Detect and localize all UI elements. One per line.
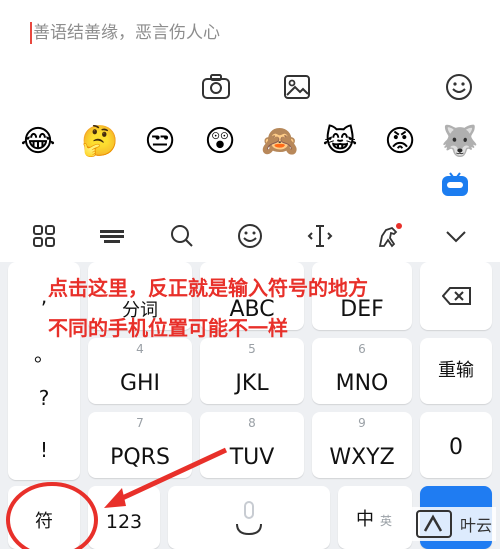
lang-en-label: 英 — [380, 514, 393, 528]
smile-icon[interactable] — [234, 220, 266, 252]
emoji-item[interactable]: 😡 — [380, 122, 420, 162]
chevron-down-icon[interactable] — [440, 220, 472, 252]
annotation-arrow — [6, 447, 228, 549]
emoji-icon[interactable] — [443, 70, 475, 104]
symbol-period[interactable]: 。 — [8, 338, 80, 367]
emoji-row: 😂 🤔 😒 😲 🙈 😹 😡 🐺 — [0, 122, 500, 164]
image-icon[interactable] — [281, 70, 313, 104]
emoji-item[interactable]: 😲 — [200, 122, 240, 162]
reenter-key[interactable]: 重输 — [420, 338, 492, 404]
emoji-item[interactable]: 🐺 — [440, 122, 480, 162]
key-wxyz[interactable]: 9 WXYZ — [312, 412, 412, 478]
horse-icon[interactable] — [372, 220, 404, 252]
backspace-icon — [442, 287, 471, 305]
search-icon[interactable] — [166, 220, 198, 252]
grid-icon[interactable] — [28, 220, 60, 252]
key-jkl[interactable]: 5 JKL — [200, 338, 304, 404]
annotation-line-1: 点击这里，反正就是输入符号的地方 — [48, 276, 368, 300]
symbol-question[interactable]: ? — [8, 386, 80, 410]
key-ghi[interactable]: 4 GHI — [88, 338, 192, 404]
emoji-item[interactable]: 😂 — [18, 122, 58, 162]
watermark: 叶云 — [410, 507, 496, 541]
keyboard-icon[interactable] — [96, 220, 128, 252]
key-mno[interactable]: 6 MNO — [312, 338, 412, 404]
key-zero[interactable]: 0 — [420, 412, 492, 478]
emoji-item[interactable]: 🤔 — [80, 122, 120, 162]
camera-icon[interactable] — [200, 70, 232, 104]
emoji-item[interactable]: 😹 — [320, 122, 360, 162]
comment-input[interactable]: 善语结善缘，恶言伤人心 — [0, 0, 500, 62]
tv-sticker-icon[interactable] — [440, 170, 470, 200]
lang-switch-key[interactable]: 中 英 — [338, 486, 412, 549]
annotation-line-2: 不同的手机位置可能不一样 — [48, 316, 288, 340]
comment-placeholder: 善语结善缘，恶言伤人心 — [33, 23, 220, 43]
keyboard-toolbar — [0, 212, 500, 258]
watermark-logo-icon — [415, 510, 452, 538]
delete-key[interactable] — [420, 262, 492, 330]
cursor-icon[interactable] — [304, 220, 336, 252]
emoji-item[interactable]: 😒 — [140, 122, 180, 162]
emoji-item[interactable]: 🙈 — [260, 122, 300, 162]
text-caret — [30, 22, 32, 44]
watermark-text: 叶云 — [459, 516, 492, 535]
